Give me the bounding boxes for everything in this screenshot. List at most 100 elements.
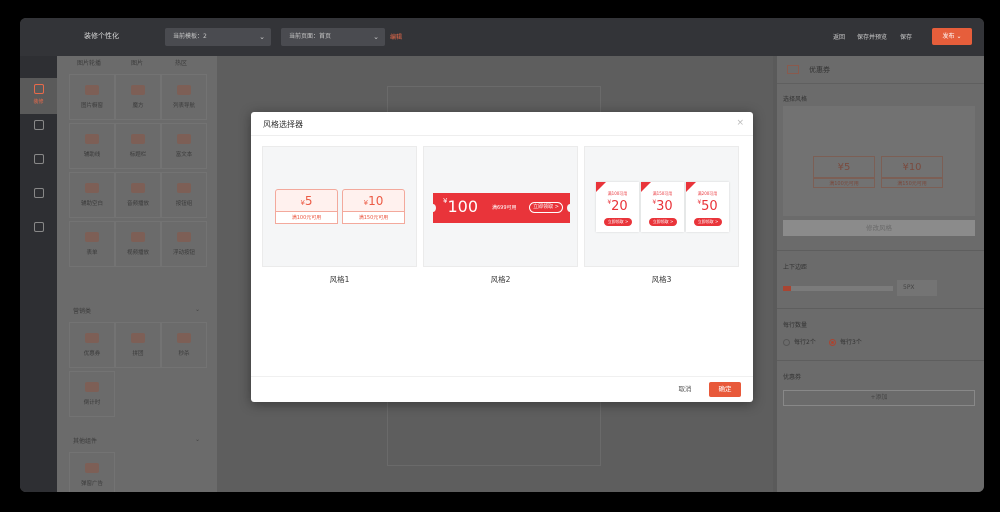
modify-style-button[interactable]: 修改风格: [783, 220, 975, 236]
component-label: 浮动按钮: [172, 250, 195, 256]
rail-item-3[interactable]: [20, 148, 57, 184]
coupon-preview: ¥5 满100元可用: [275, 189, 338, 225]
amount-value: 100: [447, 197, 479, 216]
tab-carousel[interactable]: 图片轮播: [77, 58, 101, 67]
amount-value: 30: [656, 199, 673, 214]
showcase-icon: [85, 85, 99, 95]
preview-coupon: ¥10: [881, 156, 943, 178]
coupon-amount: ¥5: [275, 189, 338, 212]
claim-button: 立即领取 >: [694, 218, 722, 226]
coupon-preview: ¥10 满150元可用: [342, 189, 405, 225]
music-icon: [131, 183, 145, 193]
rich-text-icon: [177, 134, 191, 144]
template-select[interactable]: 当前模板：2 ⌄: [165, 28, 271, 46]
component-item[interactable]: 音频播放: [115, 172, 161, 218]
style-option-1[interactable]: ¥5 满100元可用 ¥10 满150元可用: [262, 146, 417, 267]
page-select[interactable]: 当前页面：首页 ⌄: [281, 28, 385, 46]
notch: [567, 204, 573, 212]
countdown-icon: [85, 382, 99, 392]
component-item[interactable]: 辅助空白: [69, 172, 115, 218]
component-label: 列表导航: [172, 103, 195, 109]
component-item[interactable]: 视频播放: [115, 221, 161, 267]
style-option-2[interactable]: ¥100 满699可用 立即领取 >: [423, 146, 578, 267]
title-icon: [131, 134, 145, 144]
edit-link[interactable]: 编辑: [390, 32, 402, 41]
style-label: 选择风格: [783, 96, 808, 103]
flash-sale-icon: [177, 333, 191, 343]
save-button[interactable]: 保存: [900, 32, 912, 41]
amount-value: 5: [304, 194, 313, 208]
radio-label: 每行2个: [794, 339, 816, 346]
per-row-label: 每行数量: [783, 322, 808, 329]
tab-hotspot[interactable]: 热区: [175, 58, 187, 67]
cancel-button[interactable]: 取消: [671, 382, 699, 397]
coupon-preview: 满150可用 ¥30 立即领取 >: [641, 182, 684, 232]
amount-value: 20: [611, 199, 628, 214]
close-icon[interactable]: ×: [736, 118, 744, 128]
component-item[interactable]: 优惠券: [69, 322, 115, 368]
amount-value: 50: [701, 199, 718, 214]
style-option-3[interactable]: 满100可用 ¥20 立即领取 > 满150可用 ¥30 立即领取 > 满200…: [584, 146, 739, 267]
coupon-condition: 满699可用: [492, 205, 517, 211]
coupon-condition: 满150元可用: [342, 212, 405, 224]
coupon-amount: ¥100: [443, 197, 478, 216]
chevron-down-icon: ⌄: [259, 33, 265, 41]
add-coupon-button[interactable]: +添加: [783, 390, 975, 406]
component-item[interactable]: 拼团: [115, 322, 161, 368]
notch: [430, 204, 436, 212]
preview-amount: 10: [908, 162, 922, 173]
eye-icon: [33, 222, 44, 232]
top-bar: 装修个性化 当前模板：2 ⌄ 当前页面：首页 ⌄ 编辑 返回 保存并预览 保存 …: [20, 18, 984, 56]
confirm-button[interactable]: 确定: [709, 382, 741, 397]
chevron-down-icon[interactable]: ⌄: [195, 306, 200, 313]
component-item[interactable]: 标题栏: [115, 123, 161, 169]
component-label: 图片橱窗: [80, 103, 103, 109]
template-icon: [33, 188, 44, 198]
chevron-down-icon: ⌄: [956, 33, 962, 40]
component-item[interactable]: 辅助线: [69, 123, 115, 169]
radio-label: 每行3个: [840, 339, 862, 346]
chevron-down-icon[interactable]: ⌄: [195, 436, 200, 443]
publish-button[interactable]: 发布 ⌄: [932, 28, 972, 45]
component-label: 视频播放: [126, 250, 149, 256]
modal-header: 风格选择器 ×: [251, 112, 753, 136]
component-item[interactable]: 列表导航: [161, 74, 207, 120]
page-icon: [33, 120, 44, 130]
back-button[interactable]: 返回: [833, 32, 845, 41]
coupon-label: 优惠券: [783, 374, 802, 381]
rail-item-decorate[interactable]: 装修: [20, 78, 57, 114]
component-label: 倒计时: [83, 400, 101, 406]
coupon-icon: [85, 333, 99, 343]
coupon-condition: 满100可用: [607, 191, 628, 196]
publish-label: 发布: [942, 33, 955, 40]
component-item[interactable]: 秒杀: [161, 322, 207, 368]
component-item[interactable]: 魔方: [115, 74, 161, 120]
slider-fill: [783, 286, 791, 291]
template-select-value: 当前模板：2: [173, 33, 207, 40]
spacing-value[interactable]: 5PX: [897, 280, 937, 296]
tab-image[interactable]: 图片: [131, 58, 143, 67]
modal-footer-divider: [251, 376, 753, 377]
component-item[interactable]: 表单: [69, 221, 115, 267]
divider: [777, 360, 984, 361]
spacing-slider[interactable]: [783, 286, 893, 291]
coupon-condition: 满150可用: [652, 191, 673, 196]
component-item[interactable]: 浮动按钮: [161, 221, 207, 267]
radio-three-per-row[interactable]: 每行3个: [829, 337, 862, 346]
section-title-marketing: 营销类: [73, 308, 92, 315]
component-item[interactable]: 按钮组: [161, 172, 207, 218]
rail-item-4[interactable]: [20, 182, 57, 218]
rail-item-2[interactable]: [20, 114, 57, 150]
list-nav-icon: [177, 85, 191, 95]
property-header: 优惠券: [777, 56, 984, 84]
component-item[interactable]: 倒计时: [69, 371, 115, 417]
popup-ad-icon: [85, 463, 99, 473]
component-item[interactable]: 弹窗广告: [69, 452, 115, 492]
radio-two-per-row[interactable]: 每行2个: [783, 337, 816, 346]
style-label-3: 风格3: [651, 275, 672, 284]
amount-value: 10: [368, 194, 384, 208]
save-preview-button[interactable]: 保存并预览: [857, 32, 887, 41]
component-item[interactable]: 富文本: [161, 123, 207, 169]
rail-item-5[interactable]: [20, 216, 57, 252]
component-item[interactable]: 图片橱窗: [69, 74, 115, 120]
